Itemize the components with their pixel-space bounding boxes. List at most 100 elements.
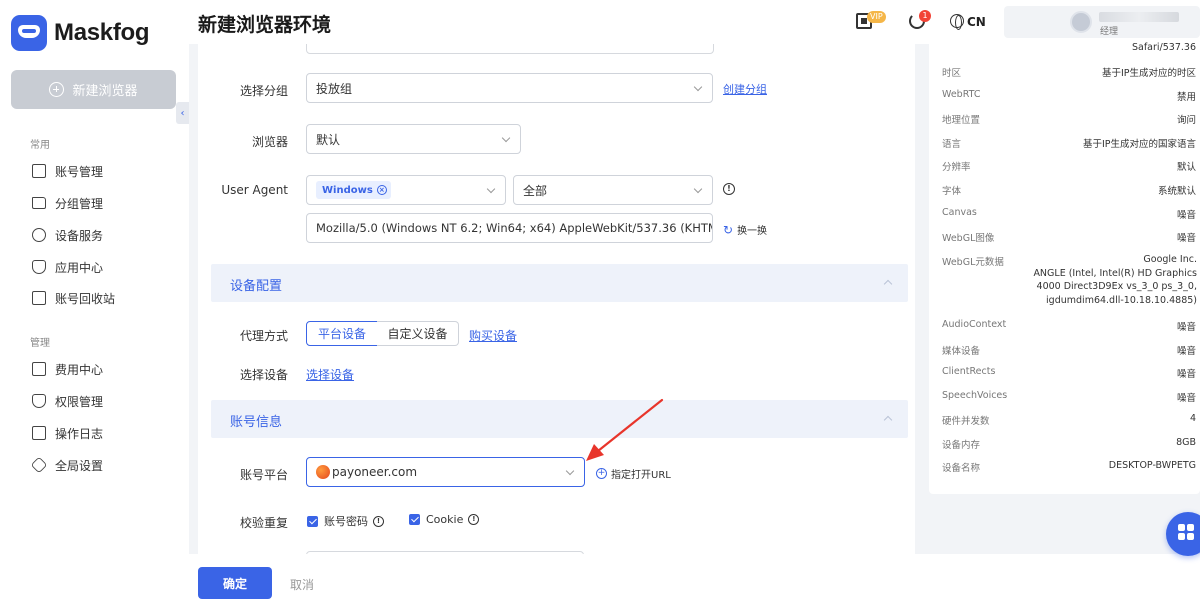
specify-url-button[interactable]: + 指定打开URL	[596, 466, 671, 481]
payoneer-logo-icon	[316, 465, 330, 479]
brand-logo[interactable]: Maskfog	[11, 15, 150, 51]
checkbox-checked[interactable]	[409, 514, 420, 525]
fingerprint-row: AudioContext 噪音	[942, 319, 1196, 333]
fingerprint-value: 噪音	[1176, 392, 1196, 404]
fingerprint-value: Safari/537.36	[1131, 42, 1196, 53]
os-select[interactable]: Windows ×	[306, 175, 506, 205]
group-label: 选择分组	[239, 84, 288, 98]
sidebar-item-label: 操作日志	[55, 426, 104, 441]
fingerprint-key: 地理位置	[942, 115, 981, 127]
sidebar-item-label: 权限管理	[55, 394, 104, 409]
sidebar-item-billing[interactable]: 费用中心	[32, 360, 103, 378]
chevron-down-icon	[565, 466, 575, 476]
checkbox-checked[interactable]	[307, 515, 318, 527]
ua-filter-value: 全部	[523, 183, 548, 198]
chevron-up-icon[interactable]	[883, 415, 893, 425]
fingerprint-value: 4	[1189, 413, 1196, 424]
form-footer: 确定 取消	[189, 554, 1200, 601]
sidebar-item-groups[interactable]: 分组管理	[32, 194, 103, 212]
collapse-sidebar-button[interactable]: ‹	[176, 102, 189, 124]
swap-ua-button[interactable]: ↻ 换一换	[723, 222, 768, 238]
fingerprint-value: 噪音	[1176, 345, 1196, 357]
fingerprint-row: 设备内存 8GB	[942, 437, 1196, 451]
vip-badge: VIP	[867, 11, 886, 23]
refresh-count-badge: 1	[919, 10, 931, 22]
user-agent-input[interactable]: Mozilla/5.0 (Windows NT 6.2; Win64; x64)…	[306, 213, 713, 243]
globe-icon[interactable]	[950, 14, 964, 30]
account-list-icon	[32, 164, 46, 178]
sidebar-item-logs[interactable]: 操作日志	[32, 424, 103, 442]
fingerprint-key: 设备内存	[942, 439, 981, 451]
fingerprint-value: 噪音	[1176, 209, 1196, 221]
sidebar-item-accounts[interactable]: 账号管理	[32, 162, 103, 180]
sidebar-item-recycle-bin[interactable]: 账号回收站	[32, 289, 115, 307]
info-icon[interactable]: !	[723, 183, 735, 195]
select-device-link[interactable]: 选择设备	[306, 366, 354, 383]
sidebar: Maskfog 新建浏览器 ‹ 常用 账号管理 分组管理 设备服务 应用中心 账…	[0, 0, 189, 601]
apps-grid-button[interactable]	[1166, 512, 1200, 556]
fingerprint-row: 硬件并发数 4	[942, 413, 1196, 427]
nav-section-title-manage: 管理	[30, 338, 50, 349]
webgl-meta-line: Google Inc.	[1143, 254, 1197, 265]
fingerprint-row: WebRTC 禁用	[942, 89, 1196, 103]
chevron-up-icon[interactable]	[883, 279, 893, 289]
confirm-button[interactable]: 确定	[198, 567, 272, 599]
new-browser-button[interactable]: 新建浏览器	[11, 70, 176, 109]
chevron-down-icon	[693, 82, 703, 92]
ua-filter-select[interactable]: 全部	[513, 175, 713, 205]
cancel-button[interactable]: 取消	[290, 576, 314, 593]
env-name-input[interactable]	[306, 44, 714, 54]
fingerprint-value: 8GB	[1176, 436, 1196, 448]
fingerprint-row: Canvas 噪音	[942, 207, 1196, 221]
chevron-left-icon: ‹	[180, 107, 185, 119]
fingerprint-key: 媒体设备	[942, 345, 981, 357]
webgl-meta-line: igdumdim64.dll-10.18.10.4885)	[1046, 294, 1197, 306]
section-title: 账号信息	[230, 415, 283, 430]
user-menu[interactable]: 经理	[1004, 6, 1200, 38]
proxy-option-platform[interactable]: 平台设备	[306, 321, 378, 346]
device-config-section[interactable]: 设备配置	[211, 264, 908, 302]
info-icon[interactable]: !	[373, 515, 384, 527]
os-tag-windows[interactable]: Windows ×	[316, 181, 391, 199]
user-name-redacted	[1099, 12, 1179, 22]
sidebar-item-permissions[interactable]: 权限管理	[32, 392, 103, 410]
account-info-section[interactable]: 账号信息	[211, 400, 908, 438]
group-select[interactable]: 投放组	[306, 73, 713, 103]
buy-device-link[interactable]: 购买设备	[469, 327, 517, 344]
shield-icon	[32, 394, 46, 408]
swap-ua-label: 换一换	[737, 226, 768, 237]
fingerprint-value: 噪音	[1176, 369, 1196, 380]
settings-hex-icon	[30, 456, 48, 474]
sidebar-item-devices[interactable]: 设备服务	[32, 226, 103, 244]
fingerprint-row: 媒体设备 噪音	[942, 343, 1196, 357]
fingerprint-value-webgl-meta: Google Inc. ANGLE (Intel, Intel(R) HD Gr…	[1033, 253, 1197, 307]
close-icon[interactable]: ×	[376, 185, 387, 195]
sidebar-item-apps[interactable]: 应用中心	[32, 258, 103, 276]
create-group-link[interactable]: 创建分组	[723, 81, 767, 97]
proxy-option-custom[interactable]: 自定义设备	[377, 321, 459, 346]
fingerprint-key: 字体	[942, 186, 962, 197]
sidebar-item-settings[interactable]: 全局设置	[30, 456, 103, 474]
info-icon[interactable]: !	[468, 514, 480, 525]
fingerprint-key: 时区	[942, 68, 962, 79]
fingerprint-row: 设备名称 DESKTOP-BWPETG	[942, 460, 1196, 474]
select-device-label: 选择设备	[239, 368, 288, 382]
refresh-icon: ↻	[723, 222, 734, 237]
dup-check-password[interactable]: 账号密码 !	[307, 513, 384, 529]
fingerprint-value: 系统默认	[1157, 186, 1196, 197]
browser-select[interactable]: 默认	[306, 124, 521, 154]
chevron-down-icon	[693, 184, 703, 194]
browser-select-value: 默认	[316, 132, 341, 147]
app-box-icon	[32, 260, 46, 274]
dup-check-cookie[interactable]: Cookie !	[409, 513, 480, 526]
account-platform-select[interactable]: payoneer.com	[306, 457, 585, 487]
fingerprint-value: 禁用	[1176, 91, 1196, 103]
specify-url-label: 指定打开URL	[611, 470, 671, 481]
plus-circle-icon: +	[596, 468, 607, 479]
location-pin-icon	[32, 228, 46, 242]
trash-icon	[32, 291, 46, 305]
fingerprint-key: ClientRects	[942, 366, 996, 377]
chevron-down-icon	[501, 133, 511, 143]
language-switch[interactable]: CN	[967, 15, 986, 29]
grid-icon	[1187, 533, 1194, 540]
